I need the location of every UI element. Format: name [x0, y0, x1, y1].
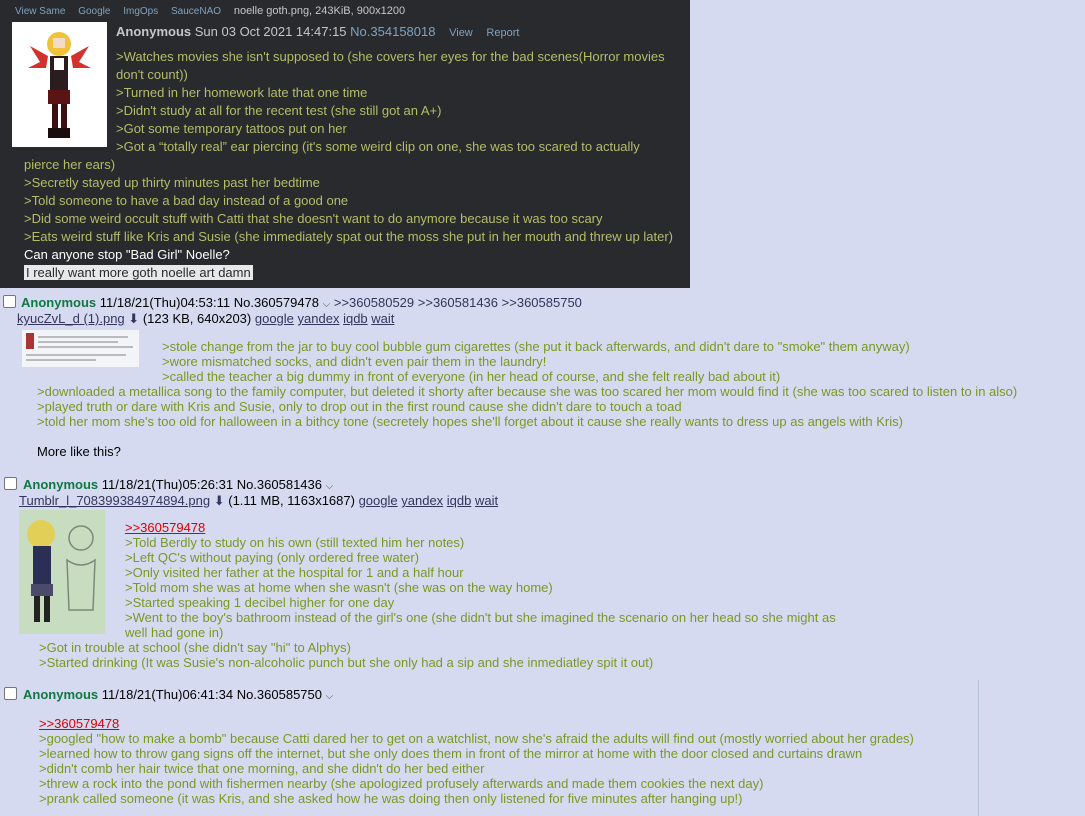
google-link[interactable]: Google — [78, 6, 110, 17]
poster-name: Anonymous — [23, 477, 99, 492]
google-link[interactable]: google — [255, 311, 294, 326]
poster-name: Anonymous — [21, 295, 97, 310]
post-select-checkbox[interactable] — [4, 477, 17, 490]
post-thumbnail[interactable] — [22, 330, 139, 367]
greentext-line: >downloaded a metallica song to the fami… — [37, 384, 1018, 399]
sketch-noelle-image — [19, 510, 105, 634]
op-line: pierce her ears) — [24, 157, 116, 172]
file-info: kyucZvL_d (1).png ⬇ (123 KB, 640x203) go… — [17, 311, 394, 327]
greentext-line: >learned how to throw gang signs off the… — [39, 746, 863, 761]
google-link[interactable]: google — [359, 493, 398, 508]
post-datetime: 11/18/21(Thu)05:26:31 — [101, 477, 234, 492]
op-line: >Secretly stayed up thirty minutes past … — [24, 175, 320, 190]
post-number[interactable]: No.360581436 — [237, 477, 322, 492]
greentext-line: >googled "how to make a bomb" because Ca… — [39, 731, 914, 746]
file-meta: (123 KB, 640x203) — [142, 311, 252, 326]
file-meta: (1.11 MB, 1163x1687) — [228, 493, 355, 508]
op-view-button[interactable]: View — [449, 27, 473, 39]
op-question: Can anyone stop "Bad Girl" Noelle? — [24, 247, 230, 262]
greentext-line: >Started drinking (It was Susie's non-al… — [39, 655, 654, 670]
post-datetime: 11/18/21(Thu)06:41:34 — [101, 687, 234, 702]
greentext-line: >Got in trouble at school (she didn't sa… — [39, 640, 351, 655]
op-line: don't count)) — [116, 67, 188, 82]
op-line: >Got some temporary tattoos put on her — [116, 121, 347, 136]
post-thumbnail[interactable] — [19, 510, 105, 634]
divider — [978, 680, 979, 816]
op-highlight-text: I really want more goth noelle art damn — [24, 265, 253, 280]
post-select-checkbox[interactable] — [4, 687, 17, 700]
chevron-down-icon[interactable]: ⌵ — [326, 691, 334, 702]
greentext-line: >Went to the boy's bathroom instead of t… — [125, 610, 836, 625]
op-screenshot: View Same Google ImgOps SauceNAO noelle … — [0, 0, 690, 288]
op-line: >Did some weird occult stuff with Catti … — [24, 211, 603, 226]
op-post-header: Anonymous Sun 03 Oct 2021 14:47:15 No.35… — [116, 24, 519, 39]
op-line: >Turned in her homework late that one ti… — [116, 85, 368, 100]
greentext-line: >called the teacher a big dummy in front… — [162, 369, 781, 384]
greentext-line: >Told mom she was at home when she wasn'… — [125, 580, 553, 595]
post-text: More like this? — [37, 444, 121, 459]
yandex-link[interactable]: yandex — [298, 311, 340, 326]
backlink[interactable]: >>360581436 — [418, 295, 498, 310]
download-icon[interactable]: ⬇ — [128, 311, 139, 326]
imgops-link[interactable]: ImgOps — [123, 6, 158, 17]
chevron-down-icon[interactable]: ⌵ — [323, 299, 331, 310]
post-select-checkbox[interactable] — [3, 295, 16, 308]
backlink[interactable]: >>360585750 — [502, 295, 582, 310]
post-datetime: 11/18/21(Thu)04:53:11 — [99, 295, 231, 310]
op-line: >Eats weird stuff like Kris and Susie (s… — [24, 229, 673, 244]
quote-link[interactable]: >>360579478 — [125, 520, 205, 535]
backlink[interactable]: >>360580529 — [334, 295, 414, 310]
op-poster-name: Anonymous — [116, 24, 192, 39]
greentext-line: >Told Berdly to study on his own (still … — [125, 535, 465, 550]
view-same-link[interactable]: View Same — [15, 6, 65, 17]
greentext-line: >didn't comb her hair twice that one mor… — [39, 761, 485, 776]
greentext-line: >stole change from the jar to buy cool b… — [162, 339, 910, 354]
greentext-line: well had gone in) — [125, 625, 224, 640]
file-name-link[interactable]: kyucZvL_d (1).png — [17, 311, 125, 326]
poster-name: Anonymous — [23, 687, 99, 702]
op-line: >Told someone to have a bad day instead … — [24, 193, 349, 208]
wait-link[interactable]: wait — [371, 311, 394, 326]
greentext-line: >Only visited her father at the hospital… — [125, 565, 464, 580]
op-toolbar: View Same Google ImgOps SauceNAO noelle … — [15, 5, 415, 17]
chevron-down-icon[interactable]: ⌵ — [326, 481, 334, 492]
op-report-button[interactable]: Report — [486, 27, 519, 39]
greentext-line: >told her mom she's too old for hallowee… — [37, 414, 903, 429]
iqdb-link[interactable]: iqdb — [343, 311, 368, 326]
post-number[interactable]: No.360585750 — [237, 687, 322, 702]
screenshot-thumbnail-image — [22, 330, 139, 367]
post-header: Anonymous 11/18/21(Thu)05:26:31 No.36058… — [23, 477, 333, 492]
op-datetime: Sun 03 Oct 2021 14:47:15 — [194, 24, 347, 39]
op-thumbnail[interactable] — [12, 22, 107, 147]
greentext-line: >wore mismatched socks, and didn't even … — [162, 354, 547, 369]
post-number[interactable]: No.360579478 — [234, 295, 319, 310]
file-name-link[interactable]: Tumblr_l_708399384974894.png — [19, 493, 210, 508]
op-file-info[interactable]: noelle goth.png, 243KiB, 900x1200 — [234, 5, 405, 17]
post-header: Anonymous 11/18/21(Thu)06:41:34 No.36058… — [23, 687, 333, 702]
yandex-link[interactable]: yandex — [401, 493, 443, 508]
goth-noelle-image — [12, 22, 107, 147]
file-info: Tumblr_l_708399384974894.png ⬇ (1.11 MB,… — [19, 493, 498, 509]
op-line: >Didn't study at all for the recent test… — [116, 103, 442, 118]
saucenao-link[interactable]: SauceNAO — [171, 6, 221, 17]
download-icon[interactable]: ⬇ — [214, 493, 225, 508]
greentext-line: >Left QC's without paying (only ordered … — [125, 550, 420, 565]
greentext-line: >threw a rock into the pond with fisherm… — [39, 776, 764, 791]
op-post-number[interactable]: No.354158018 — [350, 24, 435, 39]
iqdb-link[interactable]: iqdb — [447, 493, 472, 508]
wait-link[interactable]: wait — [475, 493, 498, 508]
op-line: >Got a “totally real” ear piercing (it's… — [116, 139, 640, 154]
quote-link[interactable]: >>360579478 — [39, 716, 119, 731]
greentext-line: >Started speaking 1 decibel higher for o… — [125, 595, 395, 610]
greentext-line: >prank called someone (it was Kris, and … — [39, 791, 743, 806]
op-line: >Watches movies she isn't supposed to (s… — [116, 49, 665, 64]
greentext-line: >played truth or dare with Kris and Susi… — [37, 399, 682, 414]
post-header: Anonymous 11/18/21(Thu)04:53:11 No.36057… — [21, 295, 582, 310]
